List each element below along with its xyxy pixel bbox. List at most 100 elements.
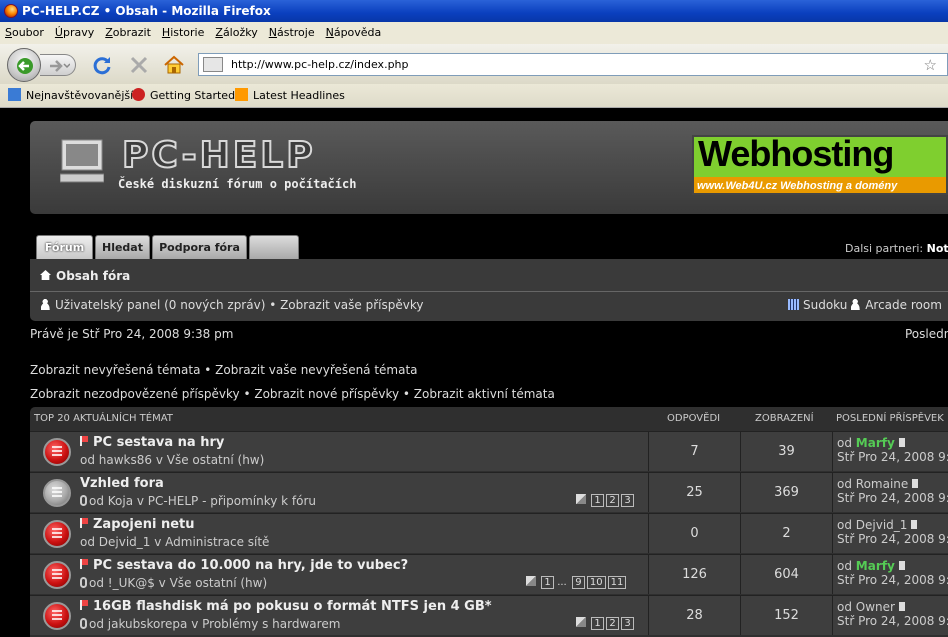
address-bar[interactable]: http://www.pc-help.cz/index.php ☆ bbox=[198, 53, 948, 76]
topic-author[interactable]: od hawks86 v Vše ostatní (hw) bbox=[80, 453, 264, 467]
flag-icon bbox=[80, 518, 88, 528]
menu-soubor[interactable]: Soubor bbox=[0, 22, 50, 44]
site-logo[interactable]: PC-HELP bbox=[121, 134, 316, 177]
table-row: Vzhled fora od Koja v PC-HELP - připomín… bbox=[30, 472, 948, 512]
arcade-link[interactable]: Arcade room bbox=[851, 298, 942, 312]
table-row: 16GB flashdisk má po pokusu o formát NTF… bbox=[30, 595, 948, 635]
page-link[interactable]: 1 bbox=[591, 617, 604, 630]
user-panel-link[interactable]: Uživatelský panel (0 nových zpráv) • Zob… bbox=[41, 298, 423, 312]
topic-author[interactable]: od !_UK@$ v Vše ostatní (hw) bbox=[80, 576, 267, 590]
topic-last-post: od Owner Stř Pro 24, 2008 9:3 bbox=[832, 596, 948, 635]
attachment-icon bbox=[80, 618, 87, 629]
computer-icon bbox=[60, 139, 104, 183]
view-post-icon[interactable] bbox=[898, 602, 905, 611]
search-links-1[interactable]: Zobrazit nevyřešená témata • Zobrazit va… bbox=[30, 363, 418, 377]
topic-replies: 25 bbox=[648, 473, 740, 512]
bookmark-latest-headlines[interactable]: Latest Headlines bbox=[235, 84, 345, 108]
topic-replies: 126 bbox=[648, 555, 740, 594]
topic-replies: 7 bbox=[648, 432, 740, 471]
pages-icon bbox=[576, 617, 586, 627]
sudoku-link[interactable]: Sudoku bbox=[788, 298, 847, 312]
page-link[interactable]: 3 bbox=[621, 494, 634, 507]
topic-title[interactable]: 16GB flashdisk má po pokusu o formát NTF… bbox=[80, 599, 492, 614]
tab-empty[interactable] bbox=[249, 235, 299, 259]
topic-hot-icon bbox=[43, 438, 71, 466]
url-text: http://www.pc-help.cz/index.php bbox=[231, 58, 409, 71]
divider bbox=[30, 291, 948, 292]
pages-icon bbox=[526, 576, 536, 586]
title-bar: PC-HELP.CZ • Obsah - Mozilla Firefox bbox=[0, 0, 948, 22]
partners-link[interactable]: Not bbox=[927, 242, 948, 255]
topic-title[interactable]: PC sestava do 10.000 na hry, jde to vube… bbox=[80, 558, 408, 573]
menu-historie[interactable]: Historie bbox=[157, 22, 210, 44]
page-link[interactable]: 10 bbox=[586, 576, 606, 589]
bookmark-folder-icon bbox=[8, 88, 21, 101]
stop-icon[interactable] bbox=[128, 54, 150, 76]
page-link[interactable]: 2 bbox=[606, 617, 619, 630]
bookmark-most-visited[interactable]: Nejnavštěvovanější bbox=[8, 84, 133, 108]
view-post-icon[interactable] bbox=[898, 438, 905, 447]
reload-icon[interactable] bbox=[91, 54, 113, 76]
window-title: PC-HELP.CZ • Obsah - Mozilla Firefox bbox=[22, 4, 271, 18]
page-link[interactable]: 2 bbox=[606, 494, 619, 507]
topic-author[interactable]: od Koja v PC-HELP - připomínky k fóru bbox=[80, 494, 316, 508]
attachment-icon bbox=[80, 495, 87, 506]
page-link[interactable]: 1 bbox=[541, 576, 554, 589]
topic-hot-icon bbox=[43, 520, 71, 548]
user-icon bbox=[41, 298, 53, 310]
last-post-author[interactable]: Owner bbox=[856, 600, 895, 614]
page-link[interactable]: 9 bbox=[571, 576, 585, 589]
site-identity-icon[interactable] bbox=[203, 57, 223, 72]
topic-title[interactable]: PC sestava na hry bbox=[80, 435, 224, 450]
search-links-2[interactable]: Zobrazit nezodpovězené příspěvky • Zobra… bbox=[30, 387, 555, 401]
menu-nastroje[interactable]: Nástroje bbox=[264, 22, 321, 44]
last-post-author[interactable]: Romaine bbox=[856, 477, 909, 491]
tab-forum[interactable]: Fórum bbox=[36, 235, 93, 259]
bookmark-getting-started[interactable]: Getting Started bbox=[132, 84, 235, 108]
header-views: ZOBRAZENÍ bbox=[755, 413, 814, 424]
page-link[interactable]: 1 bbox=[591, 494, 604, 507]
topics-table: TOP 20 AKTUÁLNÍCH TÉMAT ODPOVĚDI ZOBRAZE… bbox=[30, 407, 948, 637]
topic-icon bbox=[43, 479, 71, 507]
tab-podpora-fora[interactable]: Podpora fóra bbox=[152, 235, 247, 259]
pages-icon bbox=[576, 494, 586, 504]
last-post-author[interactable]: Dejvid_1 bbox=[856, 518, 908, 532]
page-link[interactable]: 11 bbox=[607, 576, 627, 589]
topic-title[interactable]: Zapojeni netu bbox=[80, 517, 195, 532]
menu-bar: Soubor Úpravy Zobrazit Historie Záložky Nástr… bbox=[0, 22, 948, 44]
page-link[interactable]: 3 bbox=[621, 617, 634, 630]
breadcrumb[interactable]: Obsah fóra bbox=[40, 269, 130, 283]
forward-arrow-icon bbox=[50, 60, 70, 72]
topic-author[interactable]: od jakubskorepa v Problémy s hardwarem bbox=[80, 617, 340, 631]
webhosting-banner[interactable]: Webhosting www.Web4U.cz Webhosting a dom… bbox=[692, 135, 948, 195]
menu-zalozky[interactable]: Záložky bbox=[210, 22, 263, 44]
topic-author[interactable]: od Dejvid_1 v Administrace sítě bbox=[80, 535, 269, 549]
topic-replies: 28 bbox=[648, 596, 740, 635]
table-row: Zapojeni netu od Dejvid_1 v Administrace… bbox=[30, 513, 948, 553]
menu-napoveda[interactable]: Nápověda bbox=[321, 22, 388, 44]
topic-pages: 123 bbox=[576, 617, 634, 630]
menu-upravy[interactable]: Úpravy bbox=[50, 22, 100, 44]
topic-title[interactable]: Vzhled fora bbox=[80, 476, 164, 491]
topic-pages: 1 ... 9 10 11 bbox=[526, 576, 627, 589]
tab-hledat[interactable]: Hledat bbox=[95, 235, 150, 259]
menu-zobrazit[interactable]: Zobrazit bbox=[100, 22, 157, 44]
site-header: PC-HELP České diskuzní fórum o počítačíc… bbox=[30, 121, 948, 214]
topic-views: 604 bbox=[740, 555, 832, 594]
home-icon[interactable] bbox=[163, 54, 185, 76]
topic-last-post: od Romaine Stř Pro 24, 2008 9:3 bbox=[832, 473, 948, 512]
topic-last-post: od Marfy Stř Pro 24, 2008 9:3 bbox=[832, 432, 948, 471]
view-post-icon[interactable] bbox=[898, 561, 905, 570]
topic-last-post: od Dejvid_1 Stř Pro 24, 2008 9:3 bbox=[832, 514, 948, 553]
back-button[interactable] bbox=[7, 48, 41, 82]
firefox-bookmark-icon bbox=[132, 88, 145, 101]
view-post-icon[interactable] bbox=[911, 520, 918, 529]
extra-links: Sudoku Arcade room bbox=[788, 298, 942, 312]
bookmark-star-icon[interactable]: ☆ bbox=[924, 55, 937, 76]
last-post-author[interactable]: Marfy bbox=[856, 436, 895, 450]
view-post-icon[interactable] bbox=[912, 479, 919, 488]
table-header: TOP 20 AKTUÁLNÍCH TÉMAT ODPOVĚDI ZOBRAZE… bbox=[30, 407, 948, 431]
last-post-author[interactable]: Marfy bbox=[856, 559, 895, 573]
header-title: TOP 20 AKTUÁLNÍCH TÉMAT bbox=[34, 413, 173, 424]
forward-button[interactable] bbox=[40, 54, 76, 76]
